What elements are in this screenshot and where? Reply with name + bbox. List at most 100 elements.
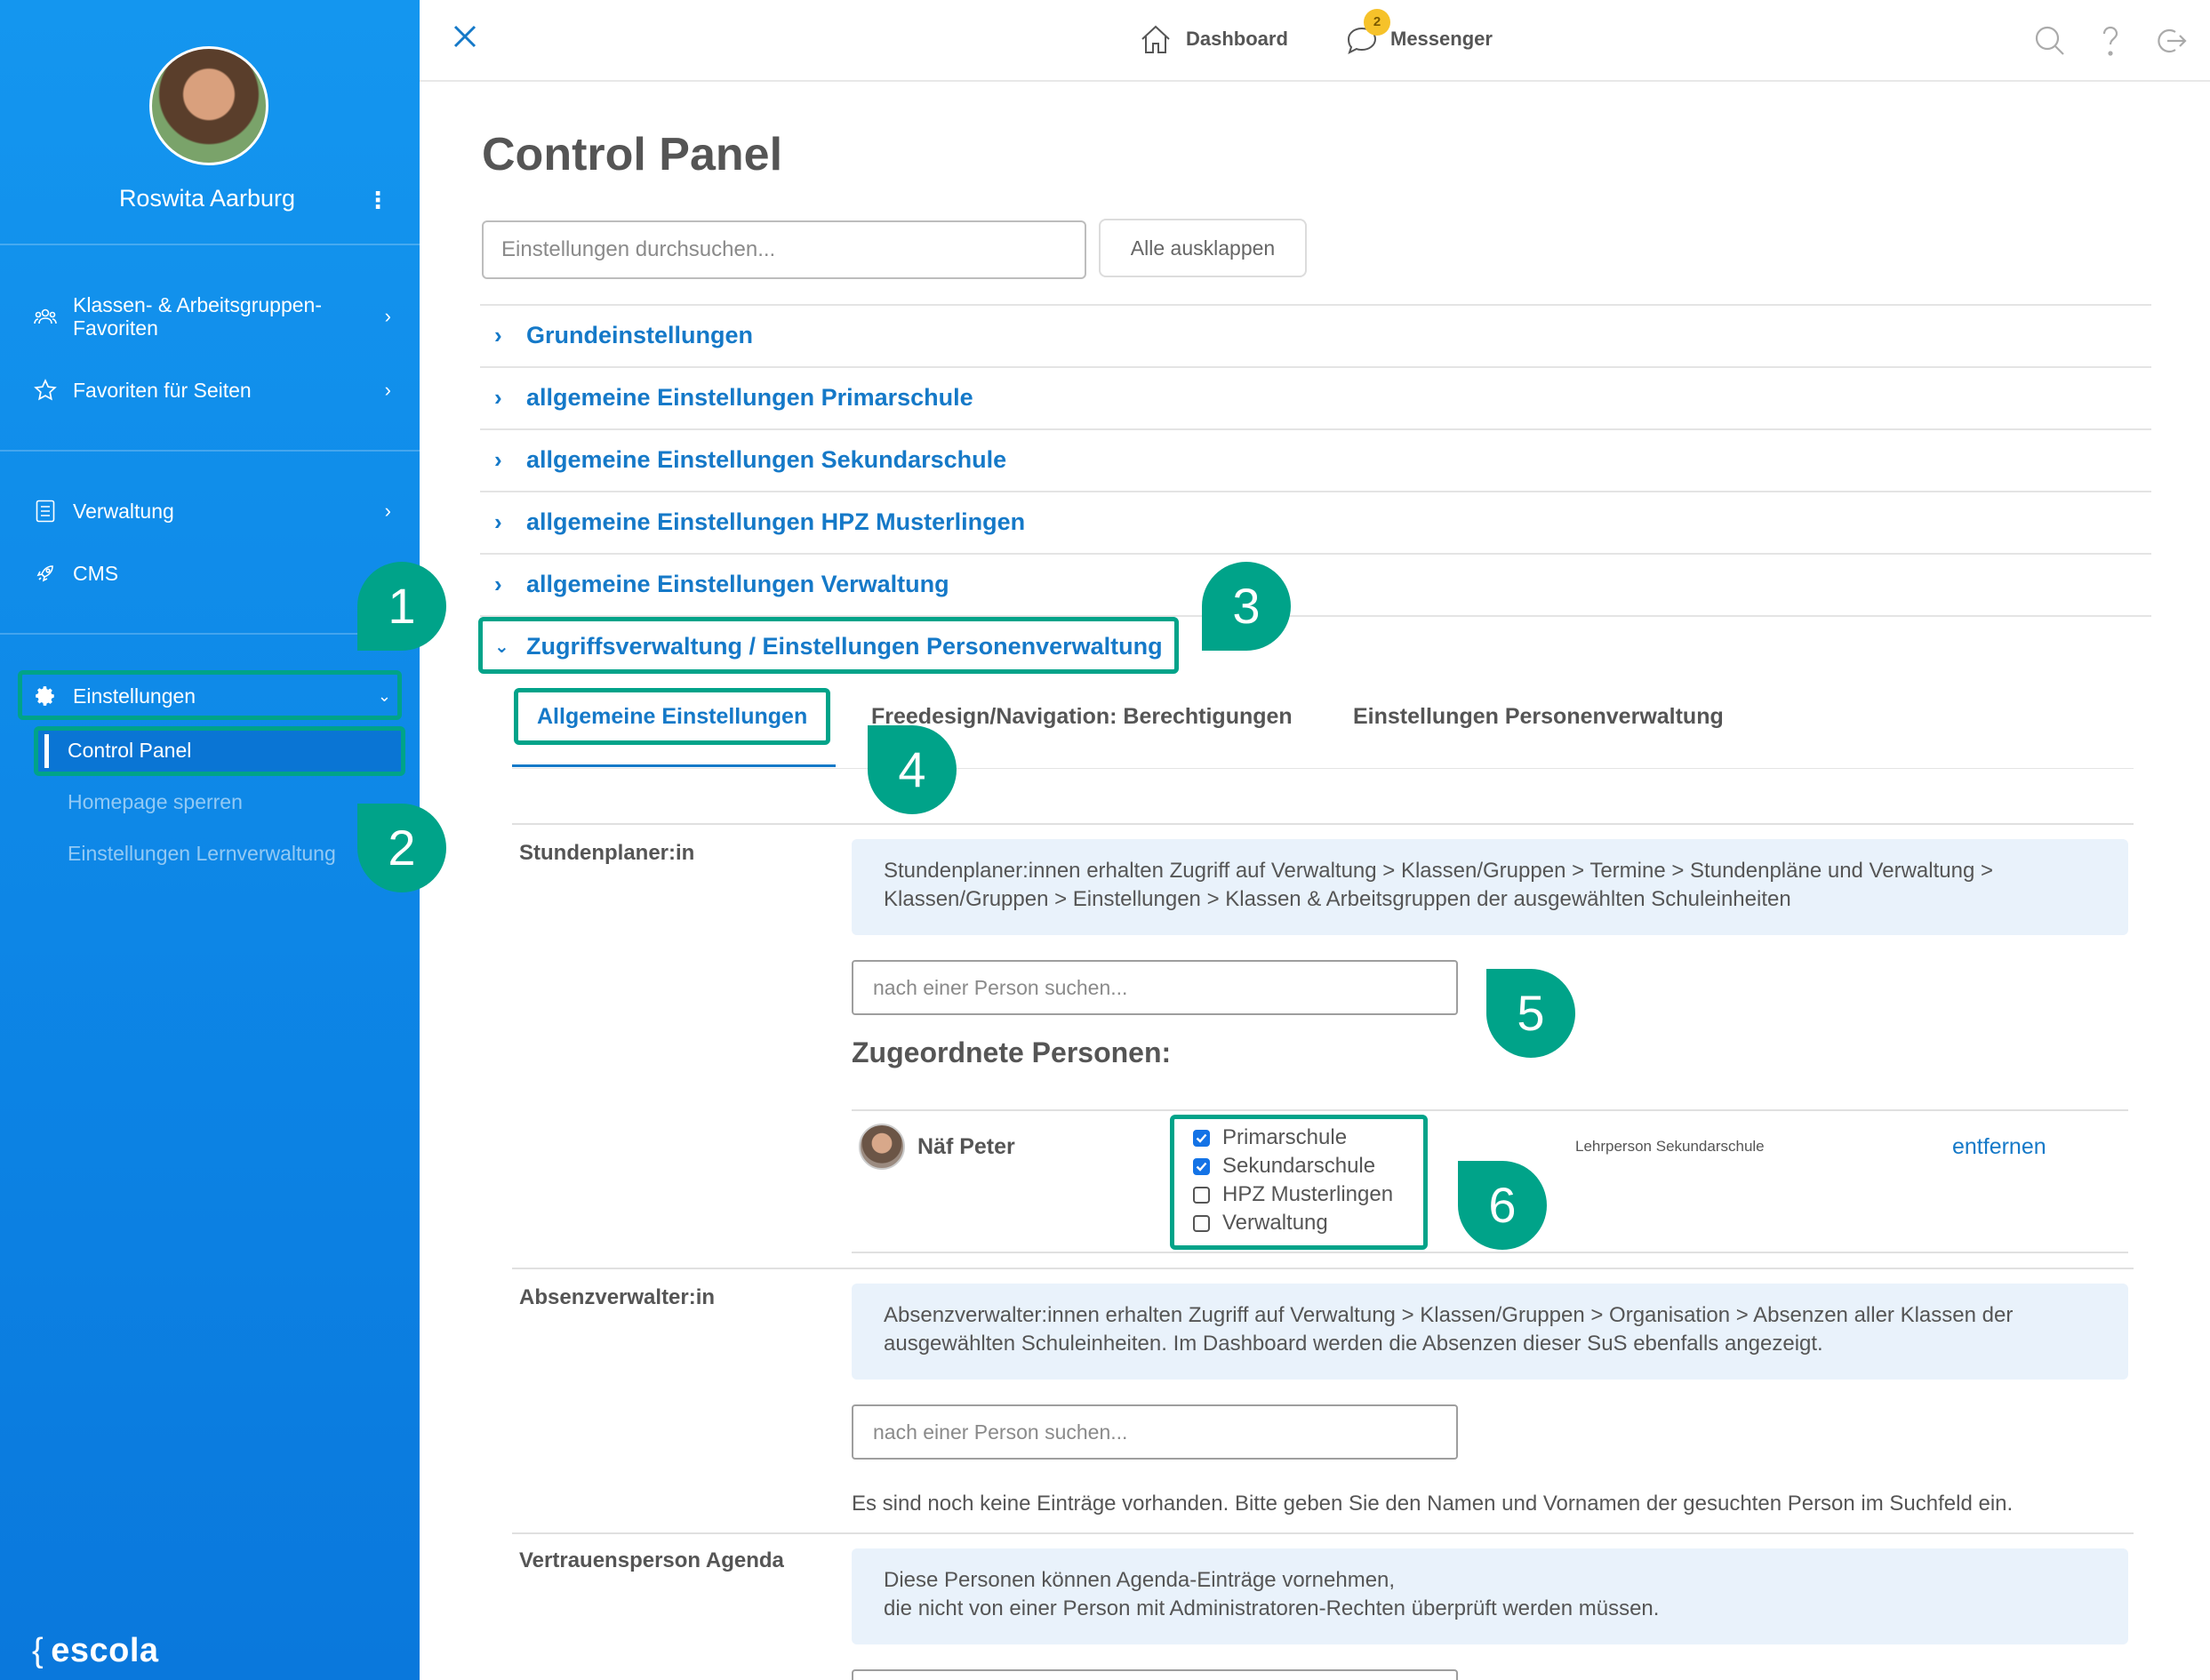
group-icon — [32, 303, 59, 330]
person-role: Lehrperson Sekundarschule — [1575, 1138, 1765, 1155]
close-icon[interactable] — [450, 21, 480, 56]
user-name[interactable]: Roswita Aarburg — [0, 185, 414, 212]
person-search-input[interactable] — [852, 1669, 1458, 1680]
chevron-right-icon: › — [494, 571, 502, 597]
info-box: Stundenplaner:innen erhalten Zugriff auf… — [852, 839, 2128, 935]
empty-state-text: Es sind noch keine Einträge vorhanden. B… — [852, 1492, 2014, 1516]
checkbox-unchecked[interactable] — [1193, 1186, 1210, 1204]
accordion-label: Grundeinstellungen — [526, 322, 754, 348]
section-divider — [512, 1268, 2134, 1269]
user-avatar[interactable] — [149, 46, 268, 165]
highlight-frame — [478, 617, 1179, 674]
unit-checkbox-hpz-musterlingen[interactable]: HPZ Musterlingen — [1193, 1182, 1393, 1207]
user-menu-icon[interactable]: ⋮ — [366, 187, 389, 214]
accordion-hpz-musterlingen[interactable]: › allgemeine Einstellungen HPZ Musterlin… — [494, 508, 1025, 536]
accordion-label: allgemeine Einstellungen HPZ Musterlinge… — [526, 508, 1026, 535]
chat-icon: 2 — [1344, 9, 1390, 57]
section-divider — [852, 1109, 2128, 1111]
help-icon[interactable] — [2093, 23, 2128, 63]
section-label: Vertrauensperson Agenda — [519, 1548, 784, 1572]
chevron-right-icon: › — [494, 322, 502, 348]
search-icon[interactable] — [2032, 23, 2068, 63]
accordion-label: allgemeine Einstellungen Primarschule — [526, 384, 973, 411]
unit-checkbox-verwaltung[interactable]: Verwaltung — [1193, 1211, 1328, 1236]
chevron-right-icon: › — [384, 500, 391, 522]
chevron-right-icon: › — [384, 379, 391, 401]
active-indicator — [44, 734, 49, 768]
accordion-divider — [480, 553, 2151, 555]
callout-marker: 6 — [1458, 1161, 1547, 1250]
chevron-right-icon: › — [494, 384, 502, 411]
sidebar-divider — [0, 450, 420, 452]
accordion-grundeinstellungen[interactable]: › Grundeinstellungen — [494, 322, 753, 349]
settings-search-input[interactable] — [482, 220, 1086, 279]
star-icon — [32, 377, 59, 404]
person-avatar — [859, 1124, 905, 1170]
clipboard-icon — [32, 498, 59, 524]
checkbox-label: Primarschule — [1222, 1125, 1348, 1149]
home-icon — [1141, 25, 1170, 53]
section-divider — [852, 1252, 2128, 1253]
sidebar-item-label: Verwaltung — [73, 499, 174, 523]
nav-messenger-label: Messenger — [1390, 28, 1493, 50]
chevron-right-icon: › — [494, 508, 502, 535]
section-divider — [512, 1532, 2134, 1534]
accordion-label: allgemeine Einstellungen Sekundarschule — [526, 446, 1007, 473]
sidebar-item-verwaltung[interactable]: Verwaltung › — [32, 496, 396, 526]
active-tab-underline — [512, 764, 836, 767]
person-search-input[interactable] — [852, 960, 1458, 1015]
rocket-icon — [32, 560, 59, 587]
sidebar-item-cms[interactable]: CMS — [32, 558, 396, 588]
accordion-divider — [480, 304, 2151, 306]
sidebar-sub-lernverwaltung[interactable]: Einstellungen Lernverwaltung — [68, 842, 336, 866]
accordion-divider — [480, 366, 2151, 368]
unit-checkbox-primarschule[interactable]: Primarschule — [1193, 1125, 1347, 1150]
sidebar-item-label: Favoriten für Seiten — [73, 378, 252, 402]
callout-marker: 1 — [357, 562, 446, 651]
sidebar-divider — [0, 244, 420, 245]
accordion-primarschule[interactable]: › allgemeine Einstellungen Primarschule — [494, 384, 973, 412]
callout-marker: 4 — [868, 725, 957, 814]
checkbox-label: Sekundarschule — [1222, 1154, 1376, 1178]
chevron-right-icon: › — [494, 446, 502, 473]
section-divider — [512, 823, 2134, 825]
person-search-input[interactable] — [852, 1404, 1458, 1460]
escola-logo[interactable]: {escola — [32, 1632, 159, 1670]
unit-checkbox-sekundarschule[interactable]: Sekundarschule — [1193, 1154, 1375, 1179]
sidebar-sub-control-panel[interactable]: Control Panel — [68, 739, 191, 763]
sidebar-item-page-favorites[interactable]: Favoriten für Seiten › — [32, 375, 396, 405]
accordion-verwaltung[interactable]: › allgemeine Einstellungen Verwaltung — [494, 571, 949, 598]
checkbox-label: HPZ Musterlingen — [1222, 1182, 1394, 1206]
section-label: Stundenplaner:in — [519, 841, 695, 865]
callout-marker: 5 — [1486, 969, 1575, 1058]
section-label: Absenzverwalter:in — [519, 1285, 716, 1309]
callout-marker: 3 — [1202, 562, 1291, 651]
person-name: Näf Peter — [917, 1134, 1015, 1159]
sidebar-item-label: CMS — [73, 561, 119, 585]
nav-messenger[interactable]: 2 Messenger — [1344, 9, 1493, 57]
info-box: Diese Personen können Agenda-Einträge vo… — [852, 1548, 2128, 1644]
checkbox-checked[interactable] — [1193, 1157, 1210, 1175]
nav-dashboard-label: Dashboard — [1186, 28, 1288, 50]
highlight-frame — [514, 688, 830, 745]
sidebar-sub-homepage-sperren[interactable]: Homepage sperren — [68, 790, 243, 814]
expand-all-button[interactable]: Alle ausklappen — [1099, 219, 1307, 277]
checkbox-checked[interactable] — [1193, 1129, 1210, 1147]
remove-person-link[interactable]: entfernen — [1952, 1134, 2046, 1160]
chevron-right-icon: › — [384, 305, 391, 327]
tab-freedesign-berechtigungen[interactable]: Freedesign/Navigation: Berechtigungen — [871, 704, 1293, 730]
logout-icon[interactable] — [2153, 23, 2189, 63]
nav-dashboard[interactable]: Dashboard — [1138, 21, 1288, 57]
sidebar-item-group-favorites[interactable]: Klassen- & Arbeitsgruppen- Favoriten › — [32, 293, 396, 340]
tab-divider — [512, 768, 2134, 769]
sidebar-item-label: Klassen- & Arbeitsgruppen- Favoriten — [73, 293, 322, 340]
assigned-persons-title: Zugeordnete Personen: — [852, 1036, 1172, 1068]
accordion-divider — [480, 428, 2151, 430]
checkbox-unchecked[interactable] — [1193, 1214, 1210, 1232]
accordion-divider — [480, 491, 2151, 492]
callout-marker: 2 — [357, 804, 446, 892]
messenger-badge: 2 — [1364, 9, 1390, 36]
accordion-sekundarschule[interactable]: › allgemeine Einstellungen Sekundarschul… — [494, 446, 1006, 474]
tab-personenverwaltung[interactable]: Einstellungen Personenverwaltung — [1353, 704, 1724, 730]
accordion-label: allgemeine Einstellungen Verwaltung — [526, 571, 949, 597]
